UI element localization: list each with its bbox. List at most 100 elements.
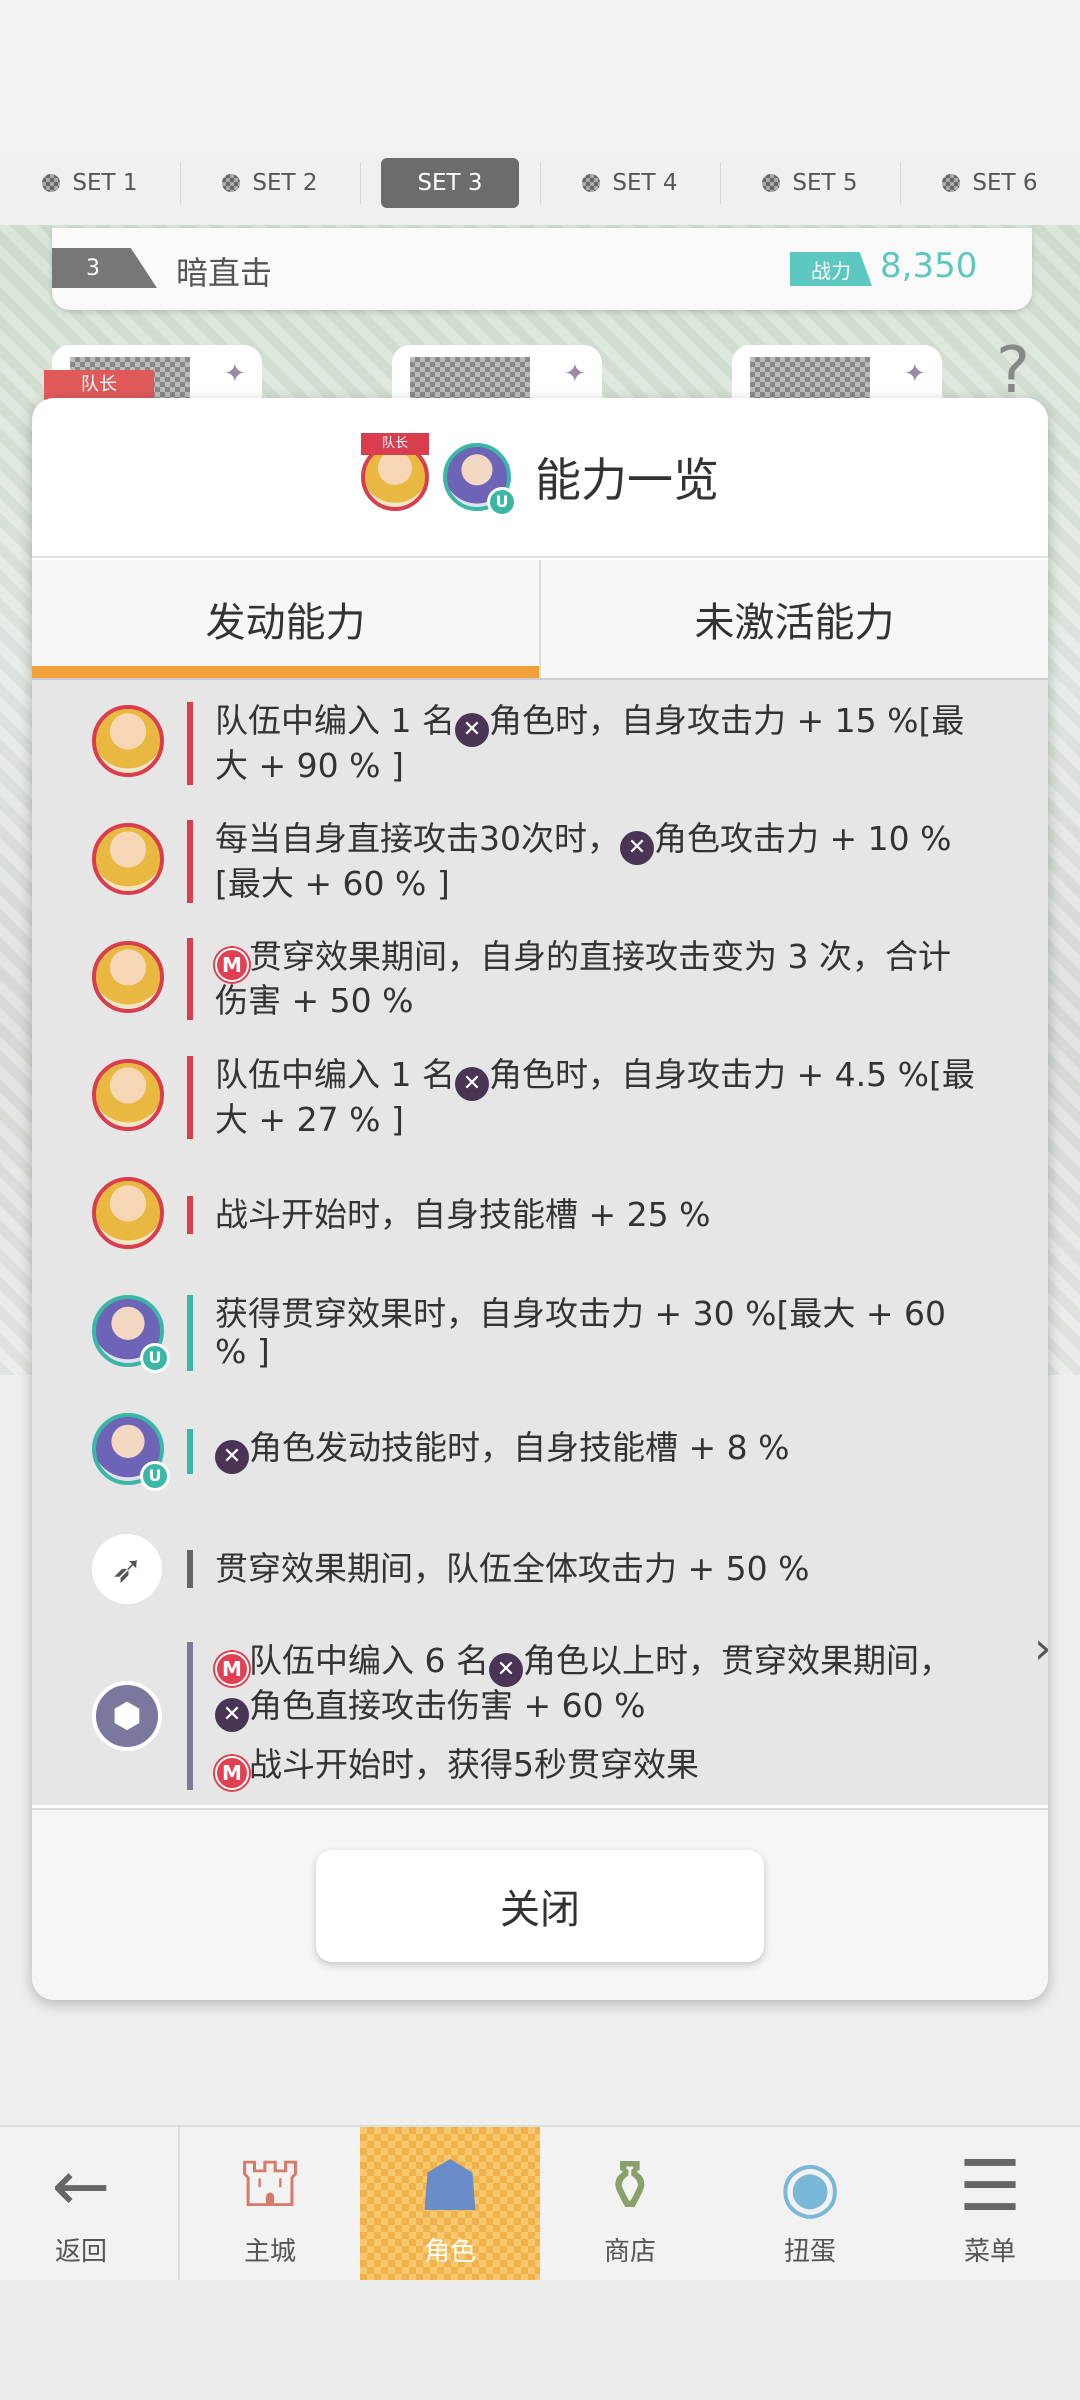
ability-description: 队伍中编入 1 名 ✕ 角色时，自身攻击力 + 4.5 %[最大 + 27 % ] [187, 1055, 977, 1139]
team-name: 暗直击 [176, 254, 273, 292]
leader-portrait-icon [92, 1059, 164, 1131]
set-tab-1[interactable]: SET 1 [0, 150, 180, 215]
ability-source [92, 941, 164, 1017]
attribute-icon: ✦ [224, 359, 246, 389]
tab-active-abilities[interactable]: 发动能力 [32, 560, 539, 678]
set-dot-icon [582, 173, 601, 192]
ability-description: 贯穿效果期间，队伍全体攻击力 + 50 % [187, 1550, 977, 1588]
ability-row: 队伍中编入 1 名 ✕ 角色时，自身攻击力 + 4.5 %[最大 + 27 % ] [32, 1052, 1048, 1142]
set-tab-3[interactable]: SET 3 [360, 150, 540, 215]
ability-description: ✕ 角色发动技能时，自身技能槽 + 8 % [187, 1428, 977, 1474]
set-tab-5[interactable]: SET 5 [720, 150, 900, 215]
nav-menu[interactable]: ☰ 菜单 [900, 2127, 1080, 2282]
ability-description: 战斗开始时，自身技能槽 + 25 % [187, 1196, 977, 1234]
ability-source: U [92, 1413, 170, 1491]
support-portrait-icon: U [443, 443, 517, 517]
power-value: 8,350 [880, 246, 978, 286]
chest-icon: ⬢ [92, 1681, 162, 1751]
ability-row: 每当自身直接攻击30次时， ✕ 角色攻击力 + 10 %[最大 + 60 % ] [32, 816, 1048, 906]
ability-row: 队伍中编入 1 名 ✕ 角色时，自身攻击力 + 15 %[最大 + 90 % ] [32, 698, 1048, 788]
set-tab-6[interactable]: SET 6 [900, 150, 1080, 215]
set-tab-2[interactable]: SET 2 [180, 150, 360, 215]
weapon-icon: ➶ [92, 1534, 162, 1604]
shop-icon: ⚱ [600, 2145, 660, 2227]
modal-footer: 关闭 [32, 1808, 1048, 2000]
set-dot-icon [942, 173, 961, 192]
leader-portrait-icon [92, 705, 164, 777]
set-tab-label: SET 5 [792, 169, 858, 196]
attribute-icon: ✦ [564, 359, 586, 389]
set-tab-label: SET 6 [972, 169, 1038, 196]
nav-label: 主城 [243, 2237, 296, 2267]
attribute-mark-icon: ✕ [454, 1066, 489, 1101]
support-portrait-icon: U [92, 1295, 170, 1373]
nav-label: 菜单 [963, 2237, 1016, 2267]
nav-label: 返回 [54, 2237, 107, 2267]
u-badge-icon: U [140, 1461, 170, 1491]
m-mark-icon: M [215, 1652, 249, 1686]
team-number: 3 [52, 248, 157, 288]
set-dot-icon [762, 173, 781, 192]
set-tab-label: SET 2 [252, 169, 318, 196]
top-background [0, 0, 1080, 150]
ability-row: ➶ 贯穿效果期间，队伍全体攻击力 + 50 % [32, 1524, 1048, 1614]
u-badge-icon: U [140, 1343, 170, 1373]
leader-portrait-icon [92, 1177, 164, 1249]
ability-description: 每当自身直接攻击30次时， ✕ 角色攻击力 + 10 %[最大 + 60 % ] [187, 819, 977, 903]
ability-description: 获得贯穿效果时，自身攻击力 + 30 %[最大 + 60 % ] [187, 1295, 977, 1371]
nav-shop[interactable]: ⚱ 商店 [540, 2127, 720, 2282]
attribute-mark-icon: ✕ [215, 1698, 249, 1732]
ability-source [92, 823, 164, 899]
attribute-mark-icon: ✕ [488, 1653, 523, 1687]
modal-title: 能力一览 [535, 453, 719, 507]
set-tab-label: SET 1 [72, 169, 138, 196]
ability-source [92, 1059, 164, 1135]
captain-tag: 队长 [361, 433, 429, 455]
chevron-right-icon[interactable]: › [1034, 1623, 1048, 1674]
attribute-mark-icon: ✕ [454, 712, 489, 747]
support-portrait-icon: U [92, 1413, 170, 1491]
set-tab-4[interactable]: SET 4 [540, 150, 720, 215]
nav-gacha[interactable]: ◉ 扭蛋 [720, 2127, 900, 2282]
ability-description: M 队伍中编入 6 名 ✕ 角色以上时，贯穿效果期间，✕ 角色直接攻击伤害 + 60 %… [187, 1642, 977, 1790]
ability-list: 队伍中编入 1 名 ✕ 角色时，自身攻击力 + 15 %[最大 + 90 % ] 每当… [32, 680, 1048, 1805]
leader-portrait-icon [92, 823, 164, 895]
modal-header: 队长 U 能力一览 [32, 398, 1048, 558]
ability-row: U ✕ 角色发动技能时，自身技能槽 + 8 % [32, 1406, 1048, 1496]
ability-source [92, 705, 164, 781]
system-bar-area [0, 2280, 1080, 2400]
ability-tabs: 发动能力 未激活能力 [32, 560, 1048, 678]
ability-row: M 贯穿效果期间，自身的直接攻击变为 3 次，合计伤害 + 50 % [32, 934, 1048, 1024]
m-mark-icon: M [215, 948, 249, 982]
attribute-mark-icon: ✕ [215, 1439, 249, 1474]
ability-row: U 获得贯穿效果时，自身攻击力 + 30 %[最大 + 60 % ] [32, 1288, 1048, 1378]
m-mark-icon: M [215, 1756, 249, 1790]
nav-label: 角色 [423, 2237, 476, 2267]
character-slot-2[interactable]: ✦ [392, 345, 602, 405]
set-dot-icon [222, 173, 241, 192]
close-button[interactable]: 关闭 [316, 1850, 764, 1962]
nav-back[interactable]: ← 返回 [0, 2127, 162, 2282]
set-dot-icon [42, 173, 61, 192]
character-icon: ☗ [418, 2145, 482, 2227]
set-tabs: SET 1 SET 2 SET 3 SET 4 SET 5 SET 6 [0, 150, 1080, 215]
nav-label: 商店 [603, 2237, 656, 2267]
leader-flag: 队长 [44, 370, 154, 400]
attribute-icon: ✦ [904, 359, 926, 389]
nav-town[interactable]: ⛫ 主城 [180, 2127, 360, 2282]
bottom-nav: ← 返回 ⛫ 主城 ☗ 角色 ⚱ 商店 ◉ 扭蛋 ☰ 菜单 [0, 2125, 1080, 2282]
power-label: 战力 [790, 252, 872, 286]
ability-source: U [92, 1295, 170, 1373]
set-tab-label: SET 3 [381, 157, 519, 208]
leader-portrait-icon: 队长 [361, 433, 429, 511]
ability-source: ➶ [92, 1534, 162, 1604]
help-icon[interactable]: ? [978, 336, 1048, 406]
team-bar[interactable]: 3 暗直击 战力 8,350 [52, 228, 1032, 310]
nav-character[interactable]: ☗ 角色 [360, 2127, 540, 2282]
ability-source [92, 1177, 164, 1253]
tab-inactive-abilities[interactable]: 未激活能力 [539, 560, 1048, 678]
ability-description: M 贯穿效果期间，自身的直接攻击变为 3 次，合计伤害 + 50 % [187, 938, 977, 1020]
attribute-mark-icon: ✕ [620, 830, 654, 865]
character-slot-3[interactable]: ✦ [732, 345, 942, 405]
ability-source: ⬢ [92, 1681, 162, 1751]
